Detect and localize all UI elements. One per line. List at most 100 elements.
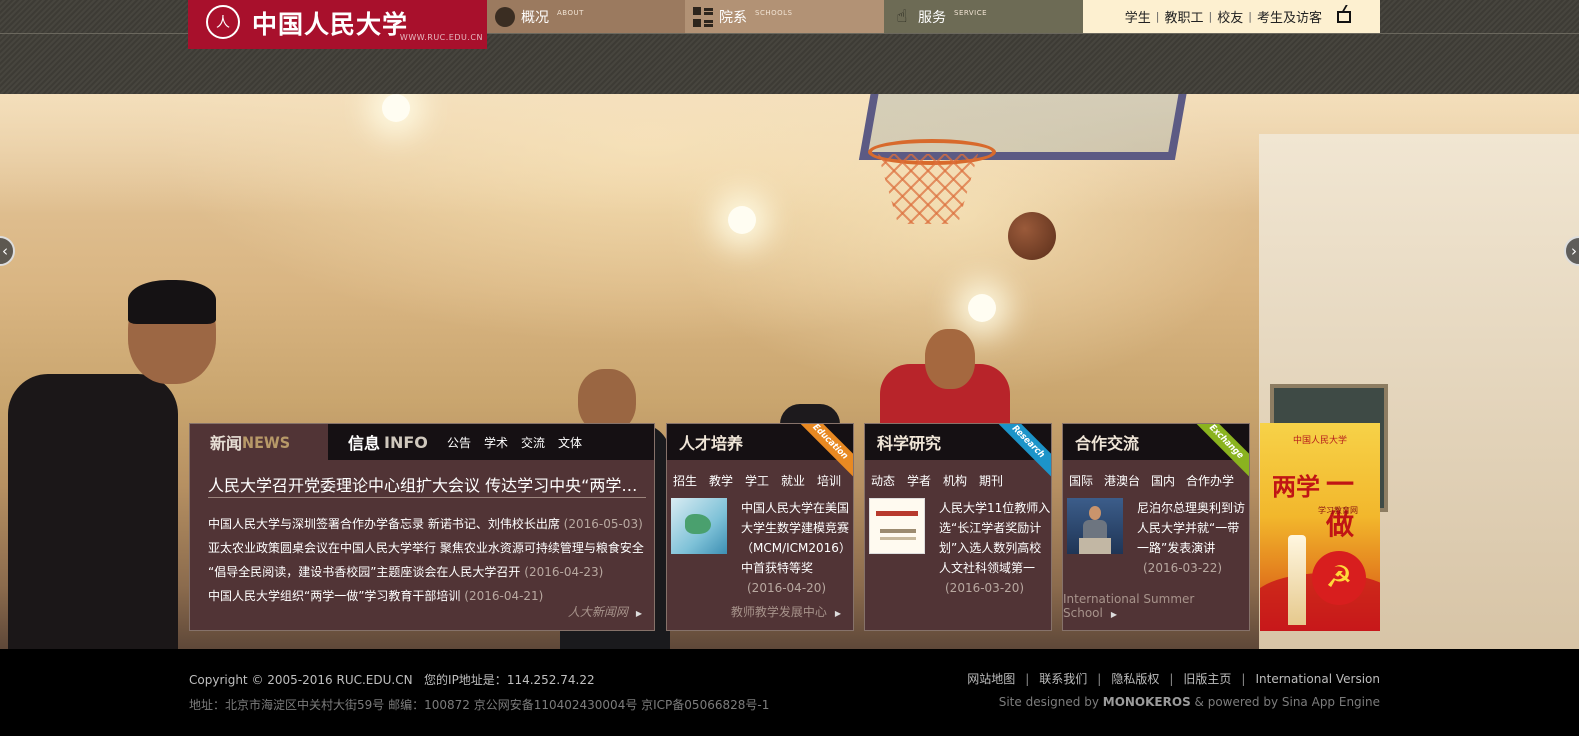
nav-service-label: 服务 [918, 9, 946, 26]
chevron-left-icon: ‹ [2, 242, 8, 260]
promo-banner[interactable]: 中国人民大学 两学 一做 学习教育网 ☭ [1260, 423, 1380, 631]
feature-date: (2016-03-20) [945, 581, 1025, 595]
cat-international[interactable]: 国际 [1069, 472, 1093, 489]
thumbnail-image [671, 498, 727, 554]
separator: | [1155, 10, 1160, 23]
cat-employment[interactable]: 就业 [781, 472, 805, 489]
separator: | [1097, 671, 1102, 686]
category-links: 招生 教学 学工 就业 培训 [667, 470, 853, 490]
cat-news[interactable]: 动态 [871, 472, 895, 489]
promo-char: 两 [1272, 472, 1296, 501]
cat-domestic[interactable]: 国内 [1151, 472, 1175, 489]
cat-student-affairs[interactable]: 学工 [745, 472, 769, 489]
nav-about[interactable]: 概况 ABOUT [487, 0, 685, 33]
chevron-right-icon: › [1571, 242, 1577, 260]
promo-brand: 中国人民大学 [1292, 436, 1347, 446]
link-international[interactable]: International Version [1255, 672, 1380, 686]
panel-title[interactable]: 科学研究 [877, 430, 941, 454]
cat-hk-macau-taiwan[interactable]: 港澳台 [1104, 472, 1140, 489]
divider [208, 497, 646, 498]
nav-schools-sub: SCHOOLS [755, 9, 793, 17]
feature-date: (2016-03-22) [1143, 561, 1223, 575]
cat-joint-programs[interactable]: 合作办学 [1186, 472, 1234, 489]
university-seal-icon: 人 [206, 5, 240, 39]
separator: | [1169, 671, 1174, 686]
separator: | [1241, 671, 1246, 686]
news-item[interactable]: 亚太农业政策圆桌会议在中国人民大学举行 聚焦农业水资源可持续管理与粮食安全 [208, 536, 648, 560]
category-links: 动态 学者 机构 期刊 [865, 470, 1051, 490]
logo-name: 中国人民大学 [252, 10, 409, 39]
logo-url: WWW.RUC.EDU.CN [399, 33, 483, 42]
news-headline[interactable]: 人民大学召开党委理论中心组扩大会议 传达学习中央“两学一做”学习教育工作座谈会精… [208, 472, 638, 496]
panel-title[interactable]: 人才培养 [679, 430, 743, 454]
news-item-title: 中国人民大学与深圳签署合作办学备忘录 新诺书记、刘伟校长出席 [208, 517, 560, 531]
cat-journals[interactable]: 期刊 [979, 472, 1003, 489]
link-faculty[interactable]: 教职工 [1165, 7, 1204, 26]
news-item[interactable]: “倡导全民阅读，建设书香校园”主题座谈会在人民大学召开 (2016-04-23) [208, 560, 648, 584]
tab-info[interactable]: 信息 INFO [348, 424, 428, 460]
cat-training[interactable]: 培训 [817, 472, 841, 489]
link-old-homepage[interactable]: 旧版主页 [1183, 670, 1231, 687]
footer-links: 网站地图 | 联系我们 | 隐私版权 | 旧版主页 | Internationa… [967, 670, 1380, 687]
cat-admission[interactable]: 招生 [673, 472, 697, 489]
subtab-notice[interactable]: 公告 [447, 434, 471, 451]
teaching-center-link[interactable]: 教师教学发展中心 ▶ [731, 603, 841, 620]
feature-title: 中国人民大学在美国大学生数学建模竞赛（MCM/ICM2016）中首获特等奖 [741, 501, 851, 575]
link-students[interactable]: 学生 [1125, 7, 1151, 26]
feature-item[interactable]: 中国人民大学在美国大学生数学建模竞赛（MCM/ICM2016）中首获特等奖 (2… [671, 498, 853, 608]
link-contact[interactable]: 联系我们 [1039, 670, 1087, 687]
subtab-culture-sports[interactable]: 文体 [558, 434, 582, 451]
cat-scholars[interactable]: 学者 [907, 472, 931, 489]
globe-icon [495, 6, 515, 27]
link-sitemap[interactable]: 网站地图 [967, 670, 1015, 687]
ceiling-light [728, 206, 756, 234]
link-visitors[interactable]: 考生及访客 [1257, 7, 1322, 26]
summer-school-link[interactable]: International Summer School ▶ [1063, 592, 1237, 620]
nav-schools[interactable]: 院系 SCHOOLS [685, 0, 884, 33]
news-more-link[interactable]: 人大新闻网 ▶ [568, 603, 642, 620]
news-item-title: “倡导全民阅读，建设书香校园”主题座谈会在人民大学召开 [208, 565, 521, 579]
tab-news-cn: 新闻 [210, 434, 243, 453]
tab-news[interactable]: 新闻 NEWS [190, 424, 328, 460]
subtab-exchange[interactable]: 交流 [521, 434, 545, 451]
nav-about-label: 概况 [521, 9, 549, 26]
caret-right-icon: ▶ [1110, 610, 1117, 619]
panel-title[interactable]: 合作交流 [1075, 430, 1139, 454]
separator: | [1208, 10, 1213, 23]
category-links: 国际 港澳台 国内 合作办学 [1063, 470, 1249, 490]
credit-brand[interactable]: MONOKEROS [1103, 695, 1191, 709]
caret-right-icon: ▶ [635, 609, 642, 618]
player-head [925, 329, 975, 389]
panel-header: 人才培养 Education [667, 424, 853, 480]
feature-item[interactable]: 人民大学11位教师入选“长江学者奖励计划”入选人数列高校人文社科领域第一 (20… [869, 498, 1051, 608]
news-item-date: (2016-04-21) [464, 589, 544, 603]
address: 地址：北京市海淀区中关村大街59号 邮编：100872 京公网安备1104024… [189, 698, 770, 712]
seal-glyph: 人 [216, 15, 230, 31]
feature-date: (2016-04-20) [747, 581, 827, 595]
cat-institutes[interactable]: 机构 [943, 472, 967, 489]
ceiling-light [382, 94, 410, 122]
nav-about-sub: ABOUT [557, 9, 584, 17]
link-alumni[interactable]: 校友 [1217, 7, 1243, 26]
tv-icon[interactable] [1336, 5, 1356, 25]
nav-schools-label: 院系 [719, 9, 747, 26]
credit-pre: Site designed by [998, 695, 1103, 709]
monument-icon [1288, 535, 1306, 625]
news-item-date: (2016-04-23) [524, 565, 604, 579]
copyright-text: Copyright © 2005-2016 RUC.EDU.CN [189, 673, 413, 687]
site-logo[interactable]: 人 中国人民大学 WWW.RUC.EDU.CN [188, 0, 487, 49]
link-privacy[interactable]: 隐私版权 [1111, 670, 1159, 687]
hand-pointer-icon: ☝ [896, 5, 908, 27]
info-subtabs: 公告 学术 交流 文体 [447, 424, 595, 460]
news-item[interactable]: 中国人民大学与深圳签署合作办学备忘录 新诺书记、刘伟校长出席 (2016-05-… [208, 512, 648, 536]
education-panel: 人才培养 Education 招生 教学 学工 就业 培训 中国人民大学在美国大… [666, 423, 854, 631]
subtab-academic[interactable]: 学术 [484, 434, 508, 451]
cat-teaching[interactable]: 教学 [709, 472, 733, 489]
feature-title: 人民大学11位教师入选“长江学者奖励计划”入选人数列高校人文社科领域第一 [939, 501, 1051, 575]
player [8, 374, 178, 654]
nav-service[interactable]: ☝ 服务 SERVICE [884, 0, 1083, 33]
basketball [1008, 212, 1056, 260]
separator: | [1248, 10, 1252, 23]
promo-headline-2: 一做 [1326, 468, 1355, 541]
panel-header: 合作交流 Exchange [1063, 424, 1249, 480]
